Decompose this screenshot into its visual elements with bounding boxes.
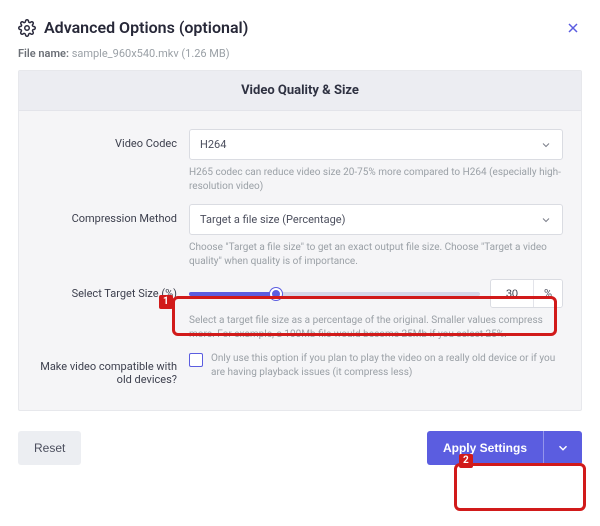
target-size-label: Select Target Size (%) <box>37 279 177 300</box>
compression-method-select[interactable]: Target a file size (Percentage) <box>189 204 563 235</box>
compression-value: Target a file size (Percentage) <box>200 213 345 226</box>
target-size-slider[interactable] <box>189 285 480 303</box>
dialog-title: Advanced Options (optional) <box>44 18 248 37</box>
video-codec-select[interactable]: H264 <box>189 129 563 160</box>
compat-label: Make video compatible with old devices? <box>37 352 177 386</box>
advanced-options-dialog: Advanced Options (optional) File name: s… <box>0 0 600 481</box>
codec-value: H264 <box>200 138 226 151</box>
apply-settings-dropdown[interactable] <box>543 431 582 465</box>
gear-icon <box>18 19 36 37</box>
percent-unit: % <box>533 280 562 307</box>
compat-checkbox[interactable] <box>189 353 203 367</box>
codec-label: Video Codec <box>37 129 177 150</box>
apply-settings-button[interactable]: Apply Settings <box>427 431 543 465</box>
footer: Reset Apply Settings <box>18 431 582 465</box>
target-size-input[interactable] <box>491 281 533 307</box>
reset-button[interactable]: Reset <box>18 431 81 465</box>
close-button[interactable] <box>564 19 582 37</box>
filename-label: File name: <box>18 47 69 60</box>
quality-panel: Video Quality & Size Video Codec H264 H2… <box>18 70 582 411</box>
panel-title: Video Quality & Size <box>19 71 581 111</box>
filename-value: sample_960x540.mkv (1.26 MB) <box>72 47 230 60</box>
compression-hint: Choose "Target a file size" to get an ex… <box>189 241 563 269</box>
titlebar: Advanced Options (optional) <box>18 18 582 37</box>
compat-hint: Only use this option if you plan to play… <box>211 352 563 380</box>
target-size-hint: Select a target file size as a percentag… <box>189 314 563 342</box>
chevron-down-icon <box>540 139 552 151</box>
compression-label: Compression Method <box>37 204 177 225</box>
codec-hint: H265 codec can reduce video size 20-75% … <box>189 166 563 194</box>
chevron-down-icon <box>556 441 570 455</box>
chevron-down-icon <box>540 214 552 226</box>
file-info: File name: sample_960x540.mkv (1.26 MB) <box>18 47 582 60</box>
